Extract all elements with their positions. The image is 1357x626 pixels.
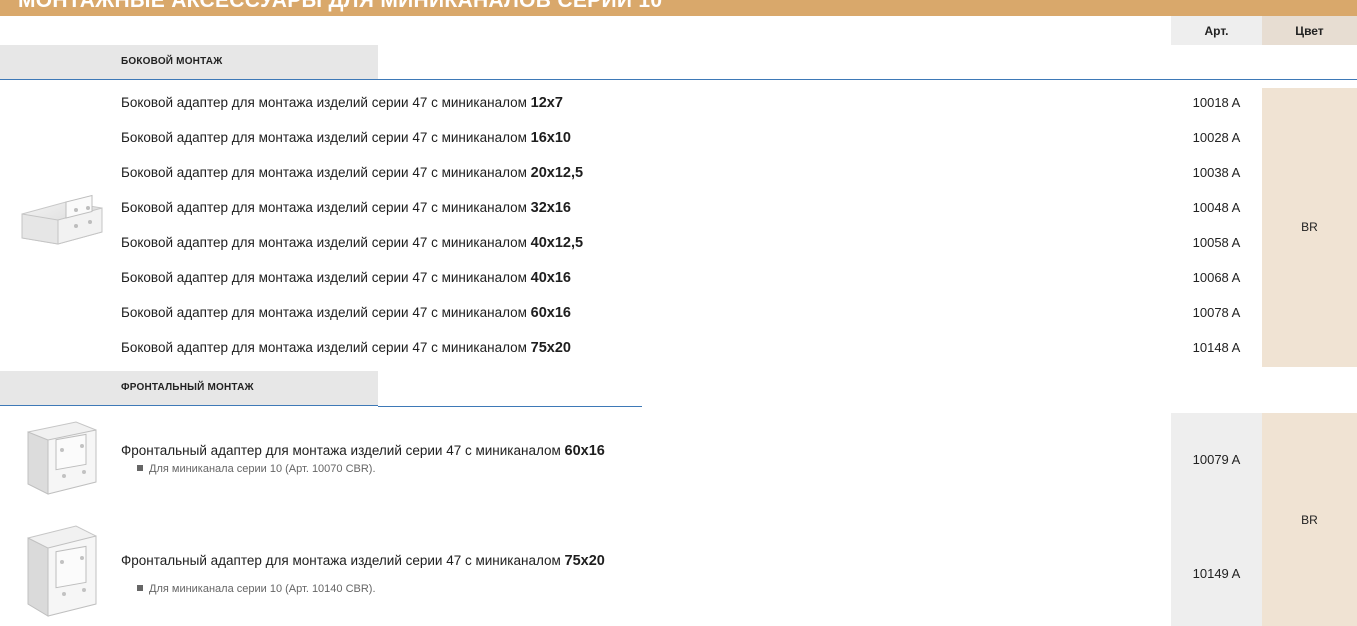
catalog-title: МОНТАЖНЫЕ АКСЕССУАРЫ ДЛЯ МИНИКАНАЛОВ СЕР… <box>18 0 663 12</box>
item-size: 60x16 <box>564 443 605 459</box>
art-number: 10079 A <box>1192 452 1241 467</box>
front-adapter-tall-image <box>20 522 100 620</box>
item-size: 12x7 <box>530 95 563 111</box>
art-number: 10048 A <box>1192 200 1241 215</box>
section-header-side-mount: БОКОВОЙ МОНТАЖ <box>0 45 378 80</box>
list-item: Боковой адаптер для монтажа изделий сери… <box>121 340 571 356</box>
list-item: Боковой адаптер для монтажа изделий сери… <box>121 305 571 321</box>
item-description: Боковой адаптер для монтажа изделий сери… <box>121 130 531 145</box>
art-column-front <box>1171 413 1262 626</box>
bullet-square-icon <box>137 585 143 591</box>
item-description: Боковой адаптер для монтажа изделий сери… <box>121 200 531 215</box>
list-item: Боковой адаптер для монтажа изделий сери… <box>121 165 583 181</box>
list-item: Боковой адаптер для монтажа изделий сери… <box>121 95 563 111</box>
item-size: 75x20 <box>564 553 605 569</box>
list-item: Боковой адаптер для монтажа изделий сери… <box>121 270 571 286</box>
item-note-text: Для миниканала серии 10 (Арт. 10070 CBR)… <box>149 463 376 475</box>
item-note: Для миниканала серии 10 (Арт. 10070 CBR)… <box>137 463 376 475</box>
bullet-square-icon <box>137 465 143 471</box>
list-item: Боковой адаптер для монтажа изделий сери… <box>121 235 583 251</box>
section-header-front-mount: ФРОНТАЛЬНЫЙ МОНТАЖ <box>0 371 378 406</box>
item-description: Боковой адаптер для монтажа изделий сери… <box>121 305 531 320</box>
item-description: Боковой адаптер для монтажа изделий сери… <box>121 165 531 180</box>
item-size: 40x12,5 <box>530 235 584 251</box>
art-number: 10148 A <box>1192 340 1241 355</box>
item-size: 20x12,5 <box>530 165 584 181</box>
list-item: Фронтальный адаптер для монтажа изделий … <box>121 553 605 569</box>
item-description: Фронтальный адаптер для монтажа изделий … <box>121 553 565 568</box>
column-header-art: Арт. <box>1171 16 1262 45</box>
catalog-header-bar: МОНТАЖНЫЕ АКСЕССУАРЫ ДЛЯ МИНИКАНАЛОВ СЕР… <box>0 0 1357 16</box>
item-description: Фронтальный адаптер для монтажа изделий … <box>121 443 565 458</box>
item-note-text: Для миниканала серии 10 (Арт. 10140 CBR)… <box>149 583 376 595</box>
section-title-front-mount: ФРОНТАЛЬНЫЙ МОНТАЖ <box>121 382 254 393</box>
art-number: 10068 A <box>1192 270 1241 285</box>
art-number: 10028 A <box>1192 130 1241 145</box>
list-item: Боковой адаптер для монтажа изделий сери… <box>121 200 571 216</box>
art-number: 10038 A <box>1192 165 1241 180</box>
item-note: Для миниканала серии 10 (Арт. 10140 CBR)… <box>137 583 376 595</box>
item-size: 75x20 <box>530 340 571 356</box>
item-description: Боковой адаптер для монтажа изделий сери… <box>121 235 531 250</box>
section-title-side-mount: БОКОВОЙ МОНТАЖ <box>121 56 223 67</box>
item-size: 32x16 <box>530 200 571 216</box>
art-number: 10018 A <box>1192 95 1241 110</box>
art-number: 10149 A <box>1192 566 1241 581</box>
side-adapter-image <box>18 192 106 248</box>
list-item: Боковой адаптер для монтажа изделий сери… <box>121 130 571 146</box>
color-code: BR <box>1301 513 1318 527</box>
item-description: Боковой адаптер для монтажа изделий сери… <box>121 340 531 355</box>
section-divider <box>378 406 642 407</box>
item-description: Боковой адаптер для монтажа изделий сери… <box>121 270 531 285</box>
color-code: BR <box>1301 220 1318 234</box>
column-header-color: Цвет <box>1262 16 1357 45</box>
section-divider <box>378 79 1357 80</box>
art-number: 10078 A <box>1192 305 1241 320</box>
item-size: 60x16 <box>530 305 571 321</box>
list-item: Фронтальный адаптер для монтажа изделий … <box>121 443 605 459</box>
item-description: Боковой адаптер для монтажа изделий сери… <box>121 95 531 110</box>
item-size: 40x16 <box>530 270 571 286</box>
art-number: 10058 A <box>1192 235 1241 250</box>
front-adapter-image <box>20 418 100 498</box>
item-size: 16x10 <box>530 130 571 146</box>
